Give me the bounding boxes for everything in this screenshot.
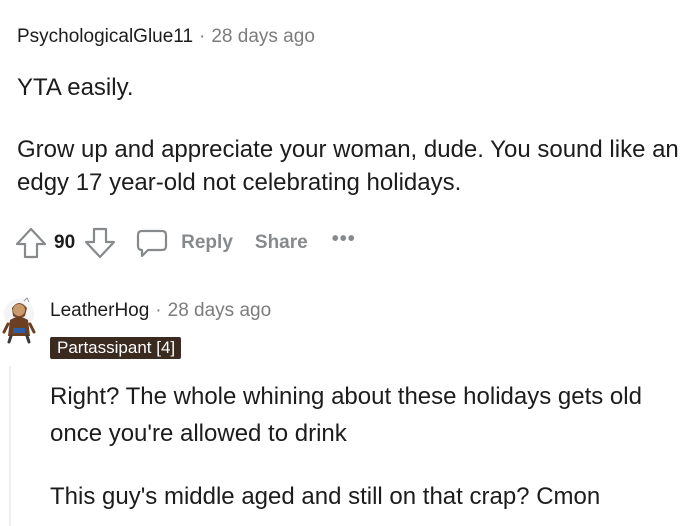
reply-paragraph: This guy's middle aged and still on that… — [50, 483, 601, 510]
comment-timestamp[interactable]: 28 days ago — [211, 26, 315, 47]
downvote-arrow-icon[interactable] — [83, 226, 117, 260]
vote-score: 90 — [54, 232, 76, 253]
reply-timestamp[interactable]: 28 days ago — [168, 300, 272, 321]
reply-paragraph: Right? The whole whining about these hol… — [50, 383, 642, 447]
comment-meta: PsychologicalGlue11 · 28 days ago — [17, 26, 315, 48]
upvote-arrow-icon[interactable] — [14, 226, 48, 260]
meta-separator: · — [199, 26, 206, 47]
more-options-button[interactable]: ••• — [332, 229, 356, 249]
reply-button[interactable]: Reply — [135, 226, 233, 260]
comment-paragraph: YTA easily. — [17, 74, 134, 101]
speech-bubble-icon — [135, 226, 169, 260]
reply-comment: LeatherHog · 28 days ago Partassipant [4] … — [0, 290, 700, 526]
thread-line[interactable] — [9, 366, 11, 526]
share-button[interactable]: Share — [255, 232, 308, 254]
user-flair: Partassipant [4] — [50, 337, 182, 359]
reply-label: Reply — [181, 232, 233, 253]
avatar-figure-icon[interactable] — [0, 294, 38, 346]
comment-paragraph: Grow up and appreciate your woman, dude.… — [17, 136, 679, 196]
comment-author[interactable]: PsychologicalGlue11 — [17, 26, 193, 47]
meta-separator: · — [155, 300, 162, 321]
reply-meta: LeatherHog · 28 days ago — [50, 300, 271, 322]
reply-author[interactable]: LeatherHog — [50, 300, 149, 321]
comment-action-bar: 90 Reply Share ••• — [14, 223, 356, 263]
